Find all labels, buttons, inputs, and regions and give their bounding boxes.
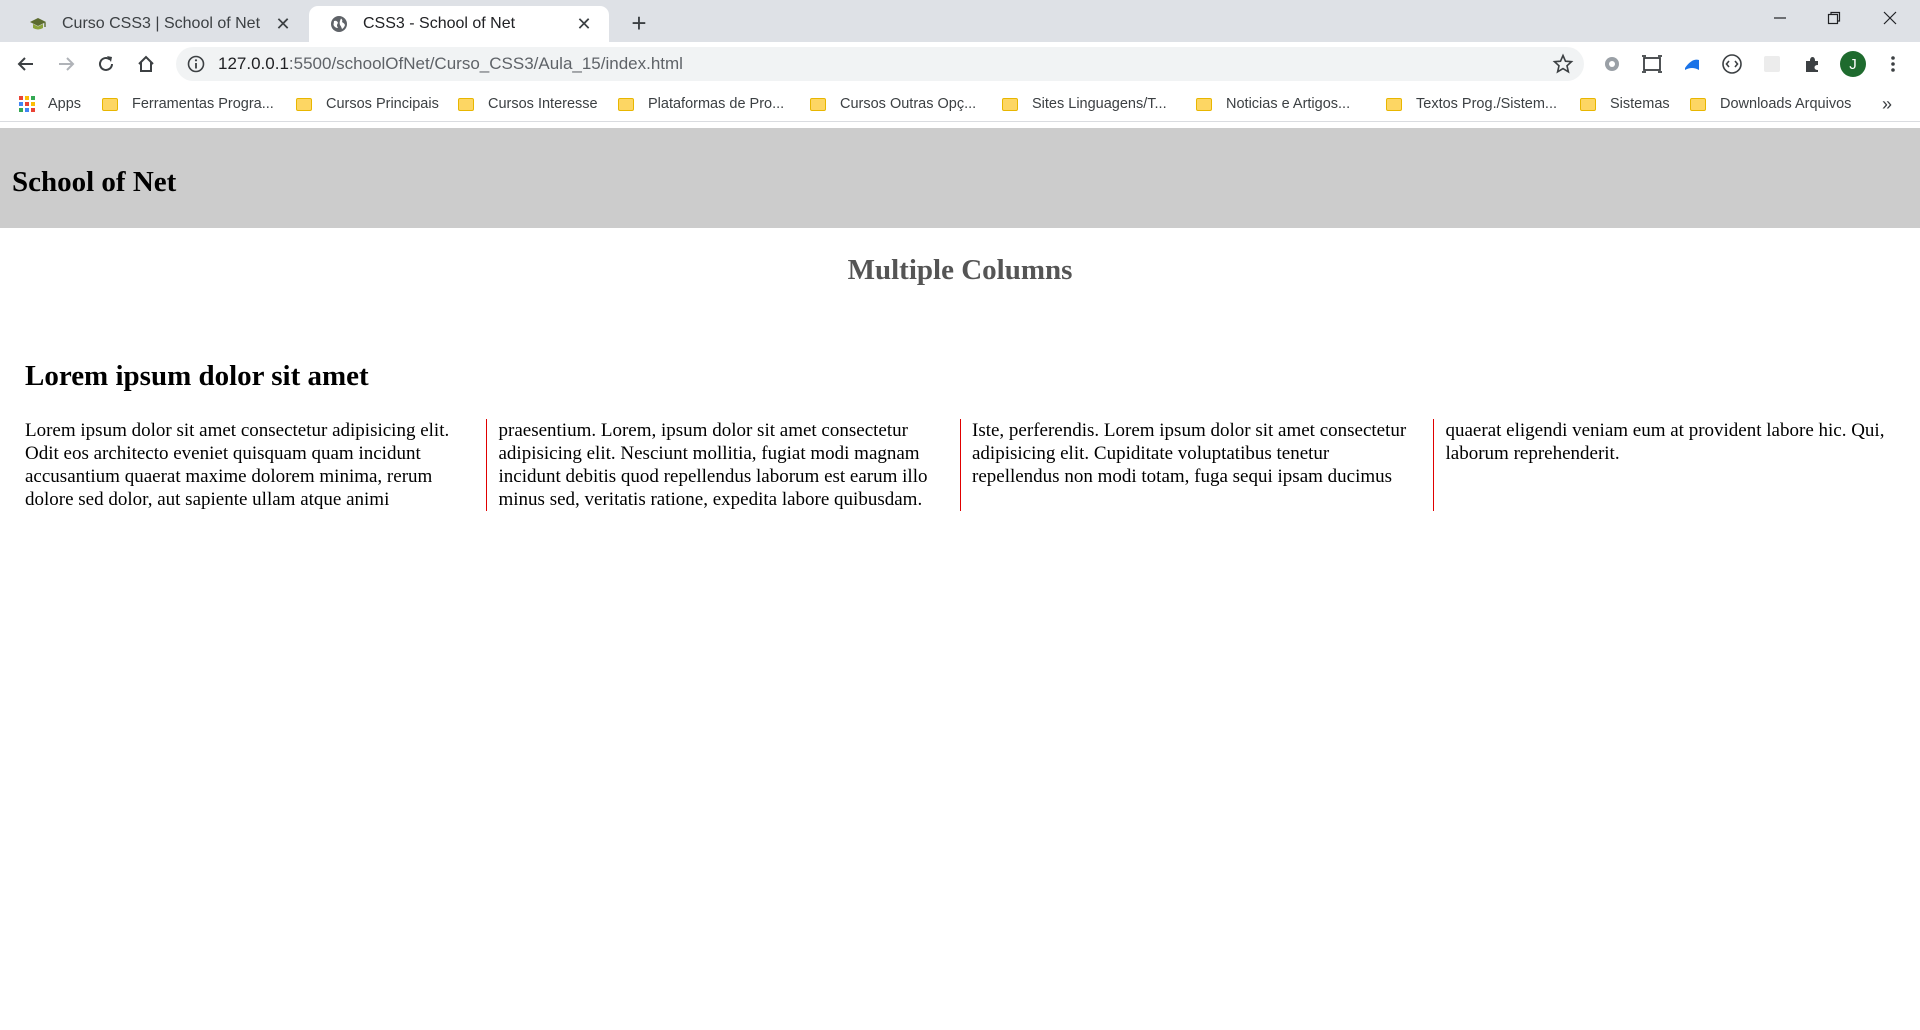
bookmark-folder[interactable]: Ferramentas Progra... bbox=[102, 93, 274, 115]
folder-icon bbox=[618, 97, 634, 111]
close-window-icon[interactable] bbox=[1862, 0, 1918, 36]
bookmark-label: Sistemas bbox=[1610, 96, 1670, 112]
address-bar[interactable]: 127.0.0.1:5500/schoolOfNet/Curso_CSS3/Au… bbox=[176, 47, 1584, 81]
extension-blue-icon[interactable] bbox=[1680, 52, 1704, 76]
web-page: School of Net Multiple Columns Lorem ips… bbox=[0, 128, 1920, 1030]
bookmark-folder[interactable]: Cursos Outras Opç... bbox=[810, 93, 976, 115]
site-header: School of Net bbox=[0, 128, 1920, 228]
back-icon[interactable] bbox=[10, 48, 42, 80]
bookmark-star-icon[interactable] bbox=[1552, 53, 1574, 75]
bookmark-label: Apps bbox=[48, 96, 82, 112]
bookmark-label: Cursos Interesse bbox=[488, 96, 598, 112]
reload-icon[interactable] bbox=[90, 48, 122, 80]
bookmark-label: Ferramentas Progra... bbox=[132, 96, 274, 112]
bookmark-label: Noticias e Artigos... bbox=[1226, 96, 1351, 112]
more-menu-icon[interactable] bbox=[1880, 51, 1906, 77]
close-tab-icon[interactable]: ✕ bbox=[573, 13, 595, 35]
bookmark-apps[interactable]: Apps bbox=[18, 93, 81, 115]
bookmark-label: Cursos Outras Opç... bbox=[840, 96, 977, 112]
bookmarks-bar: Apps Ferramentas Progra... Cursos Princi… bbox=[0, 86, 1920, 122]
bookmark-label: Sites Linguagens/T... bbox=[1032, 96, 1167, 112]
tab-title: CSS3 - School of Net bbox=[363, 15, 516, 32]
url-text: 127.0.0.1:5500/schoolOfNet/Curso_CSS3/Au… bbox=[218, 54, 683, 74]
browser-toolbar: 127.0.0.1:5500/schoolOfNet/Curso_CSS3/Au… bbox=[0, 42, 1920, 86]
extension-gear-icon[interactable] bbox=[1600, 52, 1624, 76]
restore-icon[interactable] bbox=[1806, 0, 1862, 36]
bookmark-label: Plataformas de Pro... bbox=[648, 96, 785, 112]
url-path: :5500/schoolOfNet/Curso_CSS3/Aula_15/ind… bbox=[288, 54, 683, 73]
folder-icon bbox=[458, 97, 474, 111]
bookmark-label: Textos Prog./Sistem... bbox=[1416, 96, 1558, 112]
extensions-puzzle-icon[interactable] bbox=[1800, 52, 1824, 76]
info-icon[interactable] bbox=[186, 54, 206, 74]
multi-column-text: Lorem ipsum dolor sit amet consectetur a… bbox=[25, 420, 1885, 510]
bookmark-folder[interactable]: Cursos Interesse bbox=[458, 93, 598, 115]
minimize-icon[interactable] bbox=[1752, 0, 1808, 36]
globe-icon bbox=[329, 14, 349, 34]
tab-strip: Curso CSS3 | School of Net ✕ CSS3 - Scho… bbox=[0, 0, 1920, 42]
tab-title: Curso CSS3 | School of Net bbox=[62, 15, 261, 32]
profile-avatar[interactable]: J bbox=[1840, 51, 1866, 77]
folder-icon bbox=[296, 97, 312, 111]
bookmark-folder[interactable]: Plataformas de Pro... bbox=[618, 93, 784, 115]
bookmark-folder[interactable]: Sistemas bbox=[1580, 93, 1670, 115]
apps-grid-icon bbox=[18, 95, 36, 113]
bookmarks-overflow-button[interactable]: » bbox=[1882, 94, 1892, 115]
bookmark-folder[interactable]: Textos Prog./Sistem... bbox=[1386, 93, 1557, 115]
bookmark-label: Downloads Arquivos bbox=[1720, 96, 1852, 112]
bookmark-folder[interactable]: Downloads Arquivos bbox=[1690, 93, 1851, 115]
bookmark-label: Cursos Principais bbox=[326, 96, 439, 112]
url-host: 127.0.0.1 bbox=[218, 54, 289, 73]
article: Lorem ipsum dolor sit amet Lorem ipsum d… bbox=[25, 360, 1895, 511]
tab-curso-css3[interactable]: Curso CSS3 | School of Net ✕ bbox=[8, 6, 308, 42]
folder-icon bbox=[1196, 97, 1212, 111]
bookmark-folder[interactable]: Noticias e Artigos... bbox=[1196, 93, 1350, 115]
graduation-cap-icon bbox=[28, 14, 48, 34]
folder-icon bbox=[1580, 97, 1596, 111]
extension-code-icon[interactable] bbox=[1720, 52, 1744, 76]
close-tab-icon[interactable]: ✕ bbox=[272, 13, 294, 35]
forward-icon[interactable] bbox=[50, 48, 82, 80]
article-title: Lorem ipsum dolor sit amet bbox=[25, 360, 369, 392]
folder-icon bbox=[1690, 97, 1706, 111]
bookmark-folder[interactable]: Cursos Principais bbox=[296, 93, 439, 115]
site-title: School of Net bbox=[12, 166, 177, 198]
extension-screen-icon[interactable] bbox=[1640, 52, 1664, 76]
tab-css3-school-of-net[interactable]: CSS3 - School of Net ✕ bbox=[309, 6, 609, 42]
folder-icon bbox=[1386, 97, 1402, 111]
folder-icon bbox=[1002, 97, 1018, 111]
folder-icon bbox=[102, 97, 118, 111]
extension-blank-icon[interactable] bbox=[1760, 52, 1784, 76]
bookmark-folder[interactable]: Sites Linguagens/T... bbox=[1002, 93, 1167, 115]
new-tab-button[interactable]: + bbox=[624, 8, 654, 38]
section-title: Multiple Columns bbox=[847, 254, 1073, 286]
folder-icon bbox=[810, 97, 826, 111]
home-icon[interactable] bbox=[130, 48, 162, 80]
